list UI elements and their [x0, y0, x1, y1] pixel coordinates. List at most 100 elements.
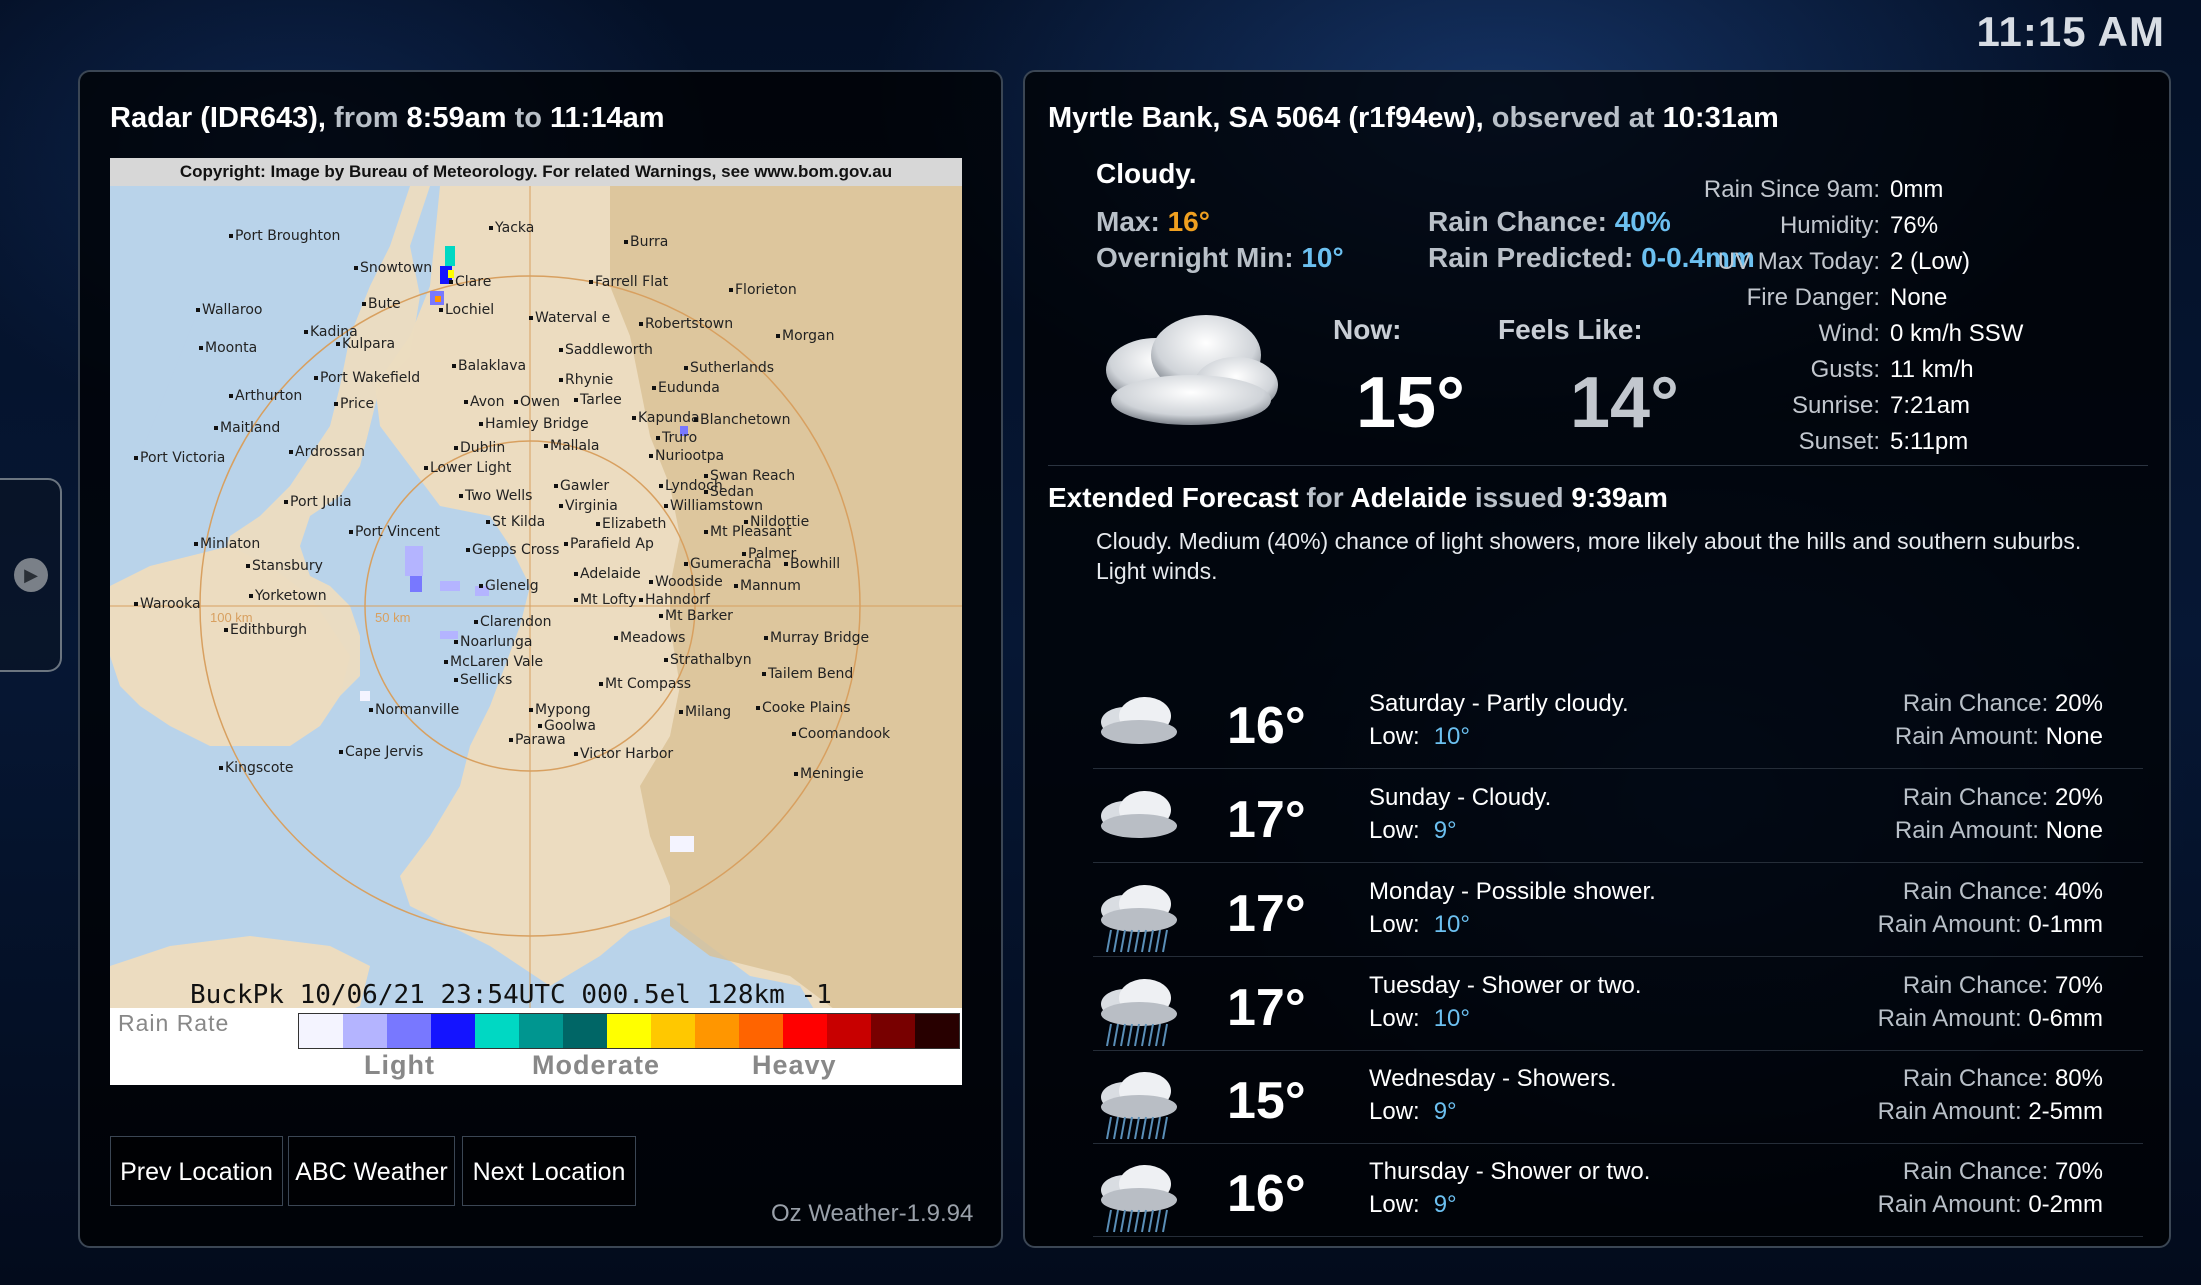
town-label: St Kilda: [492, 514, 545, 530]
town-label: Port Victoria: [140, 450, 225, 466]
forecast-description: Cloudy. Medium (40%) chance of light sho…: [1096, 528, 2082, 584]
town-marker: [704, 490, 708, 494]
town-label: Swan Reach: [710, 468, 795, 484]
town-marker: [454, 678, 458, 682]
town-label: Mypong: [535, 702, 591, 718]
next-location-button[interactable]: Next Location: [462, 1136, 636, 1206]
town-marker: [794, 772, 798, 776]
town-marker: [289, 450, 293, 454]
town-marker: [684, 366, 688, 370]
radar-map: 100 km 50 km Port Broughton Yacka Burra Sno…: [110, 186, 962, 1036]
forecast-day: Monday - Possible shower.: [1369, 878, 1656, 905]
legend-color-scale: [298, 1013, 960, 1049]
prev-location-button[interactable]: Prev Location: [110, 1136, 283, 1206]
forecast-row: 15° Wednesday - Showers. Low: 9° Rain Chance…: [1093, 1057, 2143, 1147]
divider: [1048, 465, 2148, 466]
legend-swatch: [739, 1014, 783, 1048]
town-marker: [559, 378, 563, 382]
town-label: Gumeracha: [690, 556, 771, 572]
detail-value: 7:21am: [1890, 392, 1971, 419]
forecast-day: Sunday - Cloudy.: [1369, 784, 1552, 811]
legend-swatch: [299, 1014, 343, 1048]
forecast-high-temp: 16°: [1227, 1165, 1306, 1223]
town-label: Murray Bridge: [770, 630, 869, 646]
town-marker: [229, 234, 233, 238]
forecast-low: Low: 9°: [1369, 1098, 1457, 1125]
detail-row: Gusts: 11 km/h: [1640, 352, 2023, 388]
town-label: Warooka: [140, 596, 201, 612]
town-label: Meadows: [620, 630, 685, 646]
town-label: Cape Jervis: [345, 744, 423, 760]
town-marker: [454, 640, 458, 644]
forecast-high-temp: 15°: [1227, 1072, 1306, 1130]
detail-value: 0 km/h SSW: [1890, 320, 2024, 347]
town-label: Truro: [661, 430, 697, 446]
forecast-rain-amount: Rain Amount: 2-5mm: [1877, 1098, 2103, 1125]
legend-swatch: [915, 1014, 959, 1048]
town-marker: [538, 724, 542, 728]
radar-title: Radar (IDR643), from 8:59am to 11:14am: [110, 102, 665, 134]
detail-value: 11 km/h: [1890, 356, 1974, 383]
town-marker: [454, 446, 458, 450]
forecast-day: Saturday - Partly cloudy.: [1369, 690, 1629, 717]
town-marker: [762, 672, 766, 676]
town-label: Sellicks: [460, 672, 512, 688]
side-menu-arrow-icon[interactable]: ▶: [14, 558, 48, 592]
town-marker: [362, 302, 366, 306]
detail-value: None: [1890, 284, 1948, 311]
forecast-high-temp: 17°: [1227, 979, 1306, 1037]
detail-label: Sunset:: [1798, 428, 1880, 455]
town-label: Cooke Plains: [762, 700, 851, 716]
town-label: Moonta: [205, 340, 257, 356]
town-marker: [529, 708, 533, 712]
forecast-rain-amount: Rain Amount: 0-6mm: [1877, 1005, 2103, 1032]
shower-icon: [1093, 1063, 1183, 1140]
town-label: Maitland: [220, 420, 280, 436]
forecast-row: 17° Monday - Possible shower. Low: 10° Rain …: [1093, 870, 2143, 960]
town-marker: [574, 598, 578, 602]
town-marker: [369, 708, 373, 712]
town-label: Hahndorf: [645, 592, 711, 608]
town-marker: [574, 752, 578, 756]
town-marker: [659, 484, 663, 488]
town-marker: [734, 584, 738, 588]
detail-row: Sunset: 5:11pm: [1640, 424, 2023, 460]
detail-row: Wind: 0 km/h SSW: [1640, 316, 2024, 352]
now-label: Now:: [1333, 314, 1402, 345]
extended-forecast-title: Extended Forecast for Adelaide issued 9:…: [1048, 482, 1668, 513]
legend-swatch: [387, 1014, 431, 1048]
legend-swatch: [783, 1014, 827, 1048]
town-label: Nuriootpa: [655, 448, 724, 464]
detail-value: 5:11pm: [1890, 428, 1969, 455]
town-marker: [559, 348, 563, 352]
town-marker: [544, 444, 548, 448]
legend-light-label: Light: [364, 1050, 435, 1080]
town-marker: [134, 602, 138, 606]
town-label: Clare: [455, 274, 491, 290]
radar-image: Copyright: Image by Bureau of Meteorolog…: [110, 158, 962, 1085]
detail-row: Fire Danger: None: [1640, 280, 2023, 316]
forecast-row: 17° Sunday - Cloudy. Low: 9° Rain Chance: 20…: [1093, 776, 2143, 866]
town-marker: [439, 308, 443, 312]
town-label: Saddleworth: [565, 342, 653, 358]
town-label: Tarlee: [579, 392, 622, 408]
town-marker: [664, 658, 668, 662]
legend-swatch: [871, 1014, 915, 1048]
town-label: Rhynie: [565, 372, 613, 388]
town-marker: [564, 542, 568, 546]
town-label: Edithburgh: [230, 622, 307, 638]
town-label: Port Julia: [290, 494, 352, 510]
feels-like-label: Feels Like:: [1498, 314, 1643, 345]
forecast-rain-amount: Rain Amount: None: [1894, 817, 2103, 844]
detail-row: Sunrise: 7:21am: [1640, 388, 2023, 424]
abc-weather-button[interactable]: ABC Weather: [288, 1136, 455, 1206]
town-marker: [632, 416, 636, 420]
town-marker: [589, 280, 593, 284]
forecast-rain-chance: Rain Chance: 70%: [1902, 972, 2103, 999]
side-menu-tab[interactable]: ▶: [0, 478, 62, 672]
legend-title: Rain Rate: [118, 1010, 230, 1036]
town-label: Balaklava: [458, 358, 526, 374]
town-label: Gepps Cross: [472, 542, 559, 558]
town-marker: [664, 504, 668, 508]
town-marker: [614, 636, 618, 640]
